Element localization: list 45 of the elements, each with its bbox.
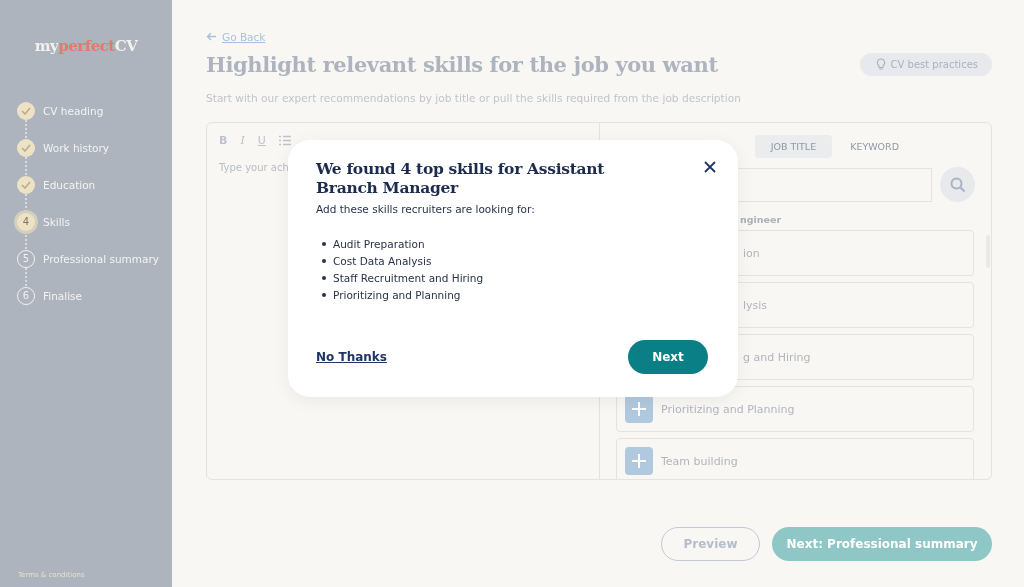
- skill-item: Staff Recruitment and Hiring: [333, 271, 484, 284]
- skill-item: Prioritizing and Planning: [333, 288, 461, 301]
- results-label: ngineer: [740, 214, 782, 225]
- bullet-icon: [322, 275, 326, 280]
- arrow-left-icon: [206, 32, 217, 41]
- step-label[interactable]: Finalise: [43, 289, 83, 302]
- step-number: 4: [17, 212, 35, 231]
- skill-item: Audit Preparation: [333, 237, 425, 250]
- step-label[interactable]: Education: [43, 178, 96, 191]
- skill-label: g and Hiring: [743, 350, 811, 364]
- preview-button[interactable]: Preview: [661, 527, 760, 561]
- next-button[interactable]: Next: Professional summary: [772, 527, 992, 561]
- logo: myperfectCV: [33, 37, 139, 55]
- lightbulb-icon: [875, 58, 886, 71]
- search-tab[interactable]: JOB TITLE: [754, 135, 833, 158]
- skill-label: ion: [743, 246, 760, 260]
- modal-title: We found 4 top skills for Assistant Branch Manager: [316, 159, 606, 197]
- plus-icon[interactable]: [625, 395, 653, 423]
- search-icon: [949, 176, 966, 193]
- no-thanks-link[interactable]: No Thanks: [316, 350, 387, 364]
- step-label[interactable]: CV heading: [43, 104, 104, 117]
- skill-card[interactable]: Prioritizing and Planning: [616, 386, 974, 432]
- tips-button[interactable]: CV best practices: [859, 53, 992, 76]
- plus-icon[interactable]: [625, 447, 653, 475]
- close-icon[interactable]: [704, 161, 716, 173]
- skill-label: Prioritizing and Planning: [661, 402, 795, 416]
- step-label[interactable]: Professional summary: [43, 252, 159, 265]
- step-label[interactable]: Skills: [43, 215, 70, 228]
- page-title: Highlight relevant skills for the job you want: [206, 52, 718, 77]
- modal-text: Add these skills recruiters are looking for:: [316, 203, 536, 215]
- skill-label: lysis: [743, 298, 768, 312]
- back-link[interactable]: Go Back: [206, 29, 992, 44]
- search-tab[interactable]: KEYWORD: [834, 135, 915, 158]
- search-button[interactable]: [940, 167, 975, 202]
- skill-label: Team building: [661, 454, 738, 468]
- list-icon[interactable]: [278, 135, 291, 146]
- italic-button[interactable]: I: [240, 134, 245, 147]
- next-button[interactable]: Next: [628, 340, 708, 374]
- bold-button[interactable]: B: [219, 134, 228, 147]
- skill-card[interactable]: Team building: [616, 438, 974, 479]
- step-label[interactable]: Work history: [43, 141, 110, 154]
- skill-item: Cost Data Analysis: [333, 254, 432, 267]
- bullet-icon: [322, 241, 326, 246]
- bullet-icon: [322, 292, 326, 297]
- bullet-icon: [322, 258, 326, 263]
